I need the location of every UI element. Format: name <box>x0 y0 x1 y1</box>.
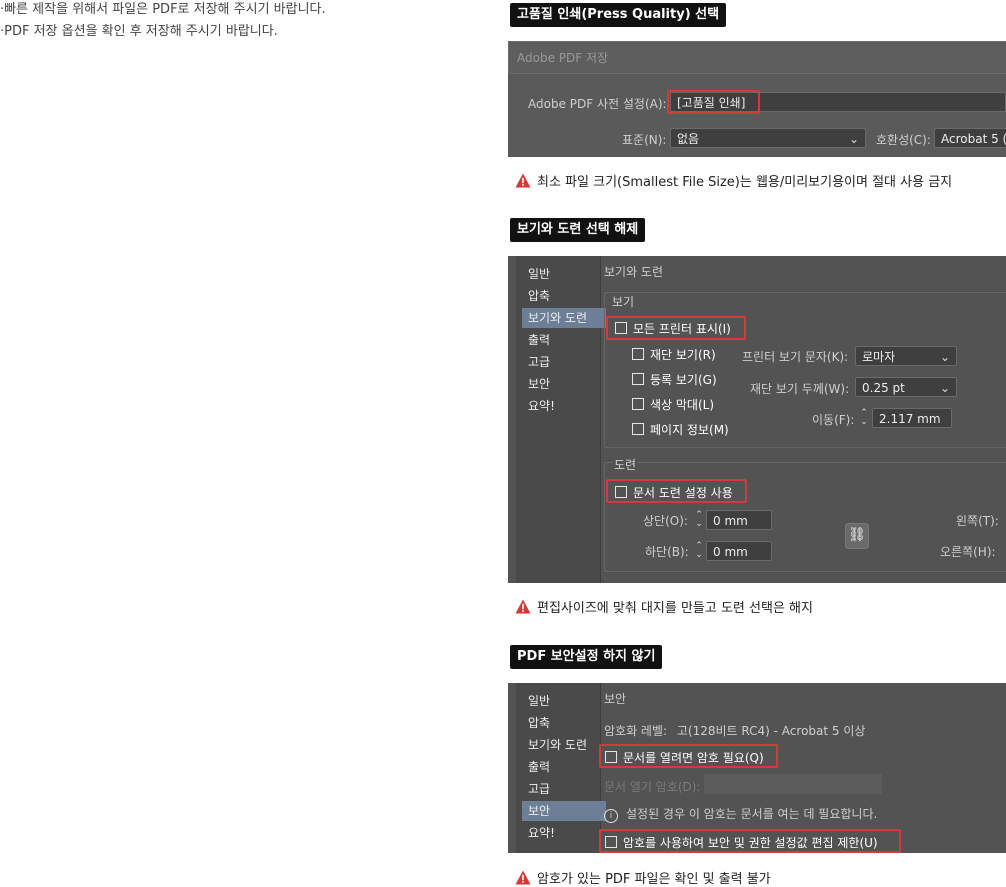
dialog-title: Adobe PDF 저장 <box>517 51 609 65</box>
bleed-top-input[interactable]: 0 mm <box>706 510 772 530</box>
color-bars-label: 색상 막대(L) <box>650 398 715 412</box>
chevron-down-icon: ⌄ <box>848 132 859 146</box>
sidebar-item-advanced[interactable]: 고급 <box>522 352 606 372</box>
bleed-bottom-value: 0 mm <box>713 545 748 559</box>
sidebar-item-summary[interactable]: 요약! <box>522 396 606 416</box>
standard-select[interactable]: 없음 ⌄ <box>670 128 866 148</box>
sidebar-item-advanced[interactable]: 고급 <box>522 779 606 799</box>
section3-tag: PDF 보안설정 하지 않기 <box>510 645 663 669</box>
info-text: 설정된 경우 이 암호는 문서를 여는 데 필요합니다. <box>626 807 878 821</box>
encryption-level: 암호화 레벨: 고(128비트 RC4) - Acrobat 5 이상 <box>604 722 865 739</box>
checkbox-icon <box>632 398 644 410</box>
crop-weight-value: 0.25 pt <box>862 381 905 395</box>
page-info-checkbox[interactable]: 페이지 정보(M) <box>632 421 729 438</box>
warning-icon <box>515 599 531 614</box>
open-password-input[interactable] <box>704 774 882 794</box>
bottom-stepper-icon[interactable]: ⌃ ⌄ <box>694 542 704 560</box>
warning-icon <box>515 870 531 885</box>
open-password-label: 문서 열기 암호(D): <box>604 780 701 794</box>
crop-weight-label: 재단 보기 두께(W): <box>750 382 850 396</box>
compat-value: Acrobat 5 (P <box>941 132 1006 146</box>
preset-label: Adobe PDF 사전 설정(A): <box>528 97 667 111</box>
sidebar-item-compression[interactable]: 압축 <box>522 286 606 306</box>
settings-sidebar: 일반 압축 보기와 도련 출력 고급 보안 요약! <box>516 683 606 853</box>
bleed-right-label: 오른쪽(H): <box>940 545 996 559</box>
crop-marks-label: 재단 보기(R) <box>650 348 716 362</box>
require-password-highlight <box>599 744 778 768</box>
compat-label: 호환성(C): <box>876 133 931 147</box>
sidebar-item-security[interactable]: 보안 <box>522 374 606 394</box>
compat-select[interactable]: Acrobat 5 (P <box>934 128 1006 148</box>
chevron-down-icon: ⌄ <box>939 350 950 364</box>
crop-weight-select[interactable]: 0.25 pt ⌄ <box>855 377 957 397</box>
checkbox-icon <box>632 373 644 385</box>
sidebar-item-summary[interactable]: 요약! <box>522 823 606 843</box>
sidebar-item-marks-bleeds[interactable]: 보기와 도련 <box>522 735 606 755</box>
intro-line-1: ·빠른 제작을 위해서 파일은 PDF로 저장해 주시기 바랍니다. <box>0 2 326 17</box>
section2-warning: 편집사이즈에 맞춰 대지를 만들고 도련 선택은 해지 <box>515 597 813 616</box>
section3-warning-text: 암호가 있는 PDF 파일은 확인 및 출력 불가 <box>537 872 771 887</box>
section1-tag: 고품질 인쇄(Press Quality) 선택 <box>510 3 727 27</box>
section1-warning-text: 최소 파일 크기(Smallest File Size)는 웹용/미리보기용이며… <box>537 175 953 190</box>
sidebar-item-general[interactable]: 일반 <box>522 264 606 284</box>
sidebar-item-output[interactable]: 출력 <box>522 757 606 777</box>
sidebar-item-compression[interactable]: 압축 <box>522 713 606 733</box>
checkbox-icon <box>632 348 644 360</box>
printer-mark-type-value: 로마자 <box>862 350 896 364</box>
section1-warning: 최소 파일 크기(Smallest File Size)는 웹용/미리보기용이며… <box>515 171 952 190</box>
preset-highlight <box>667 90 760 114</box>
crop-marks-checkbox[interactable]: 재단 보기(R) <box>632 346 716 363</box>
section2-warning-text: 편집사이즈에 맞춰 대지를 만들고 도련 선택은 해지 <box>537 601 813 616</box>
offset-value: 2.117 mm <box>879 412 941 426</box>
chevron-down-icon: ⌄ <box>939 381 950 395</box>
use-doc-bleed-highlight <box>606 479 747 503</box>
marks-group-label: 보기 <box>612 295 635 309</box>
standard-label: 표준(N): <box>622 133 667 147</box>
all-printer-marks-highlight <box>606 316 746 340</box>
restrict-editing-highlight <box>599 829 901 853</box>
security-panel: 일반 압축 보기와 도련 출력 고급 보안 요약! 보안 암호화 레벨: 고(1… <box>508 683 1006 853</box>
standard-value: 없음 <box>677 132 700 146</box>
bleed-top-label: 상단(O): <box>643 514 688 528</box>
offset-label: 이동(F): <box>812 413 855 427</box>
intro-line-2: ·PDF 저장 옵션을 확인 후 저장해 주시기 바랍니다. <box>0 24 278 39</box>
bleed-left-label: 왼쪽(T): <box>956 514 999 528</box>
pdf-save-dialog: Adobe PDF 저장 Adobe PDF 사전 설정(A): [고품질 인쇄… <box>508 41 1006 157</box>
bleed-top-value: 0 mm <box>713 514 748 528</box>
printer-mark-type-label: 프린터 보기 문자(K): <box>742 350 849 364</box>
info-icon: i <box>604 809 618 823</box>
sidebar-item-general[interactable]: 일반 <box>522 691 606 711</box>
sidebar-item-marks-bleeds[interactable]: 보기와 도련 <box>522 308 606 328</box>
marks-bleeds-panel: 일반 압축 보기와 도련 출력 고급 보안 요약! 보기와 도련 보기 모든 프… <box>508 256 1006 583</box>
encryption-label: 암호화 레벨: <box>604 724 668 738</box>
settings-sidebar: 일반 압축 보기와 도련 출력 고급 보안 요약! <box>516 256 606 583</box>
warning-icon <box>515 173 531 188</box>
encryption-value: 고(128비트 RC4) - Acrobat 5 이상 <box>676 724 866 738</box>
section3-warning: 암호가 있는 PDF 파일은 확인 및 출력 불가 <box>515 868 771 887</box>
sidebar-item-security[interactable]: 보안 <box>522 801 606 821</box>
bleed-group-label: 도련 <box>612 456 639 473</box>
password-info: i 설정된 경우 이 암호는 문서를 여는 데 필요합니다. <box>604 805 877 823</box>
checkbox-icon <box>632 423 644 435</box>
bleed-bottom-label: 하단(B): <box>645 545 689 559</box>
panel-title: 보안 <box>604 692 627 706</box>
offset-input[interactable]: 2.117 mm <box>872 408 952 428</box>
registration-marks-label: 등록 보기(G) <box>650 373 717 387</box>
registration-marks-checkbox[interactable]: 등록 보기(G) <box>632 371 717 388</box>
panel-title: 보기와 도련 <box>604 265 664 279</box>
sidebar-item-output[interactable]: 출력 <box>522 330 606 350</box>
link-icon[interactable]: ⛓ <box>845 523 869 549</box>
color-bars-checkbox[interactable]: 색상 막대(L) <box>632 396 714 413</box>
page-info-label: 페이지 정보(M) <box>650 423 729 437</box>
offset-stepper-icon[interactable]: ⌃ ⌄ <box>859 409 869 427</box>
top-stepper-icon[interactable]: ⌃ ⌄ <box>694 511 704 529</box>
bleed-bottom-input[interactable]: 0 mm <box>706 541 772 561</box>
section2-tag: 보기와 도련 선택 해제 <box>510 218 646 242</box>
printer-mark-type-select[interactable]: 로마자 ⌄ <box>855 346 957 366</box>
